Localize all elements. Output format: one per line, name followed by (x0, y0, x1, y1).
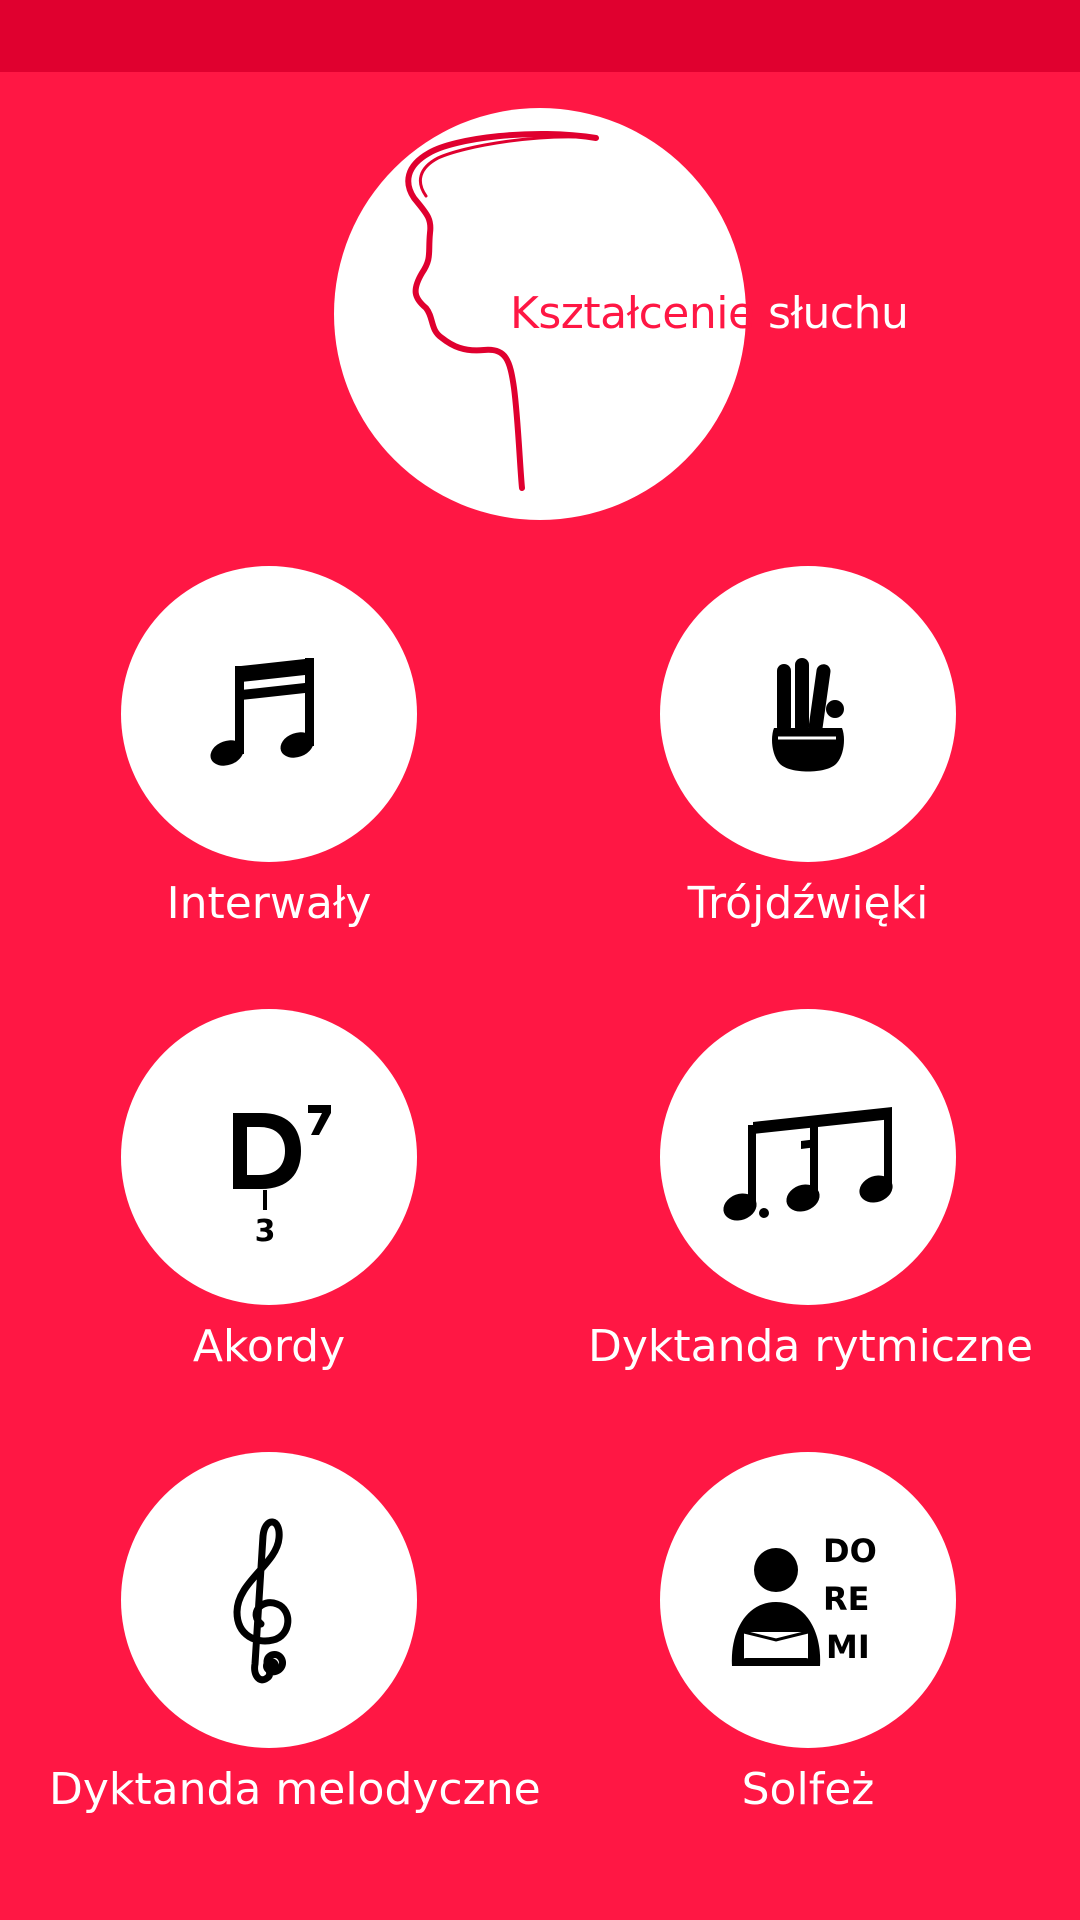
three-fingers-hand-icon (772, 658, 844, 772)
menu-icon-circle[interactable]: DO RE MI (660, 1452, 956, 1748)
status-bar (0, 0, 1080, 72)
menu-item-akordy[interactable]: 3 Akordy (49, 1009, 489, 1379)
app-title-part2: słuchu (768, 288, 909, 339)
dominant-seventh-chord-icon: 3 (233, 1105, 331, 1249)
menu-label: Akordy (192, 1321, 346, 1372)
svg-text:3: 3 (255, 1214, 276, 1249)
menu-label: Dyktanda melodyczne (49, 1764, 541, 1815)
menu-icon-circle[interactable] (660, 1009, 956, 1305)
menu-label: Interwały (166, 878, 372, 929)
menu-item-interwaly[interactable]: Interwały (49, 566, 489, 936)
menu-label: Solfeż (741, 1764, 875, 1815)
svg-text:DO: DO (823, 1532, 877, 1570)
menu-icon-circle[interactable]: 3 (121, 1009, 417, 1305)
app-title: Kształcenie słuchu (510, 284, 909, 344)
menu-icon-circle[interactable] (121, 1452, 417, 1748)
menu-icon-circle[interactable] (660, 566, 956, 862)
rhythm-notes-icon (723, 1107, 893, 1221)
app-title-part1: Kształcenie (510, 288, 755, 339)
menu-item-solfez[interactable]: DO RE MI Solfeż (588, 1452, 1028, 1822)
beamed-notes-icon (210, 658, 314, 766)
singer-doremi-icon: DO RE MI (731, 1532, 877, 1666)
treble-clef-icon (233, 1518, 292, 1684)
menu-label: Dyktanda rytmiczne (588, 1321, 1034, 1372)
menu-label: Trójdźwięki (687, 878, 929, 929)
menu-icon-circle[interactable] (121, 566, 417, 862)
menu-item-dyktanda-rytmiczne[interactable]: Dyktanda rytmiczne (588, 1009, 1034, 1379)
menu-item-trojdzwieki[interactable]: Trójdźwięki (588, 566, 1028, 936)
svg-text:RE: RE (823, 1580, 870, 1618)
svg-text:MI: MI (826, 1628, 870, 1666)
menu-item-dyktanda-melodyczne[interactable]: Dyktanda melodyczne (49, 1452, 541, 1822)
